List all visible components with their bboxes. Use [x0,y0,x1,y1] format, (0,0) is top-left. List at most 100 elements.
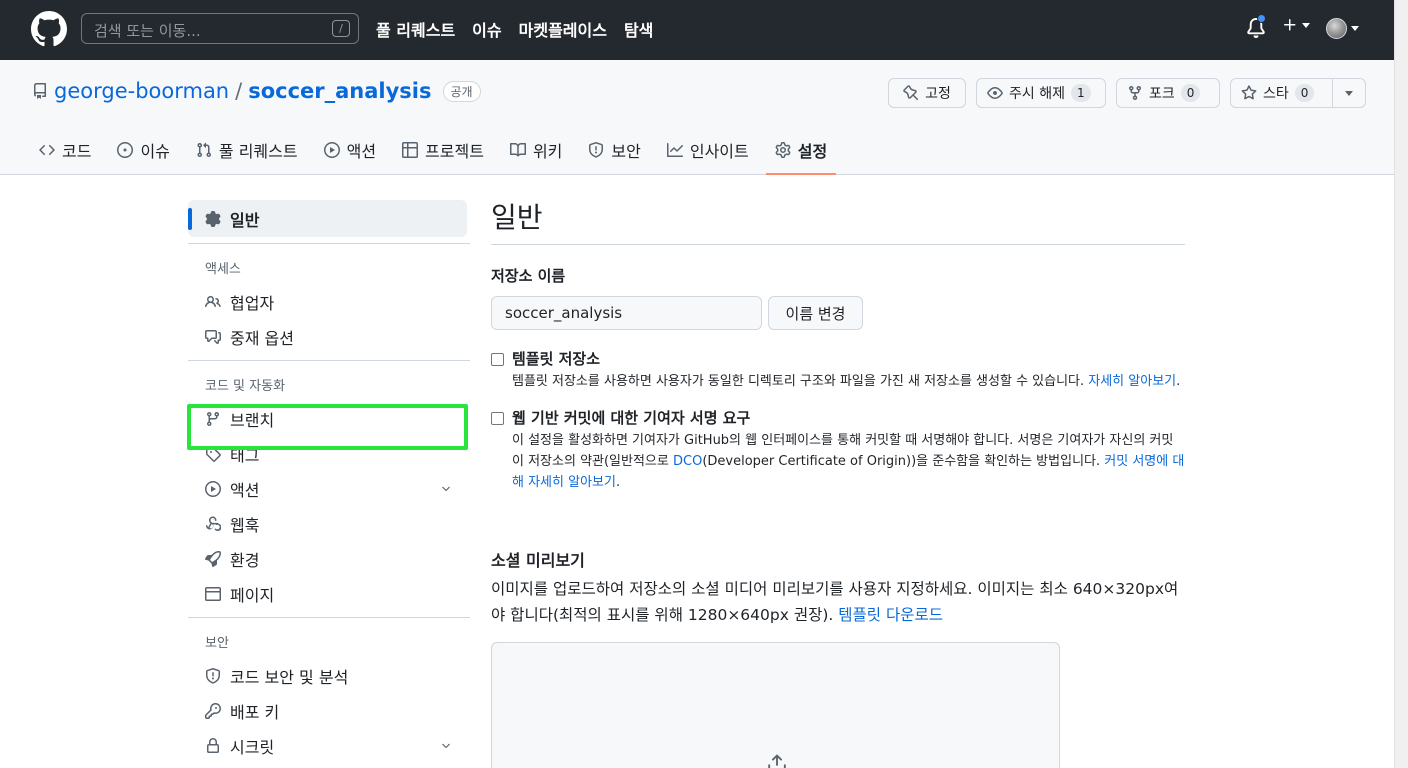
template-repo-option: 템플릿 저장소 템플릿 저장소를 사용하면 사용자가 동일한 디렉토리 구조와 … [491,348,1185,392]
sidebar-item-environments[interactable]: 환경 [188,541,470,576]
sidebar-item-webhooks[interactable]: 웹훅 [188,506,470,541]
repo-name-label: 저장소 이름 [491,267,566,285]
play-icon [323,142,340,158]
nav-marketplace[interactable]: 마켓플레이스 [519,17,607,41]
divider [188,360,470,361]
sidebar-item-code-security[interactable]: 코드 보안 및 분석 [188,658,470,693]
star-icon [1241,85,1257,100]
tab-actions-label: 액션 [346,142,377,161]
sidebar-heading-security: 보안 [205,635,229,651]
tab-settings[interactable]: 설정 [765,126,837,175]
nav-explore[interactable]: 탐색 [624,17,653,41]
issue-icon [117,142,134,158]
divider [188,617,470,618]
sidebar-item-general[interactable]: 일반 [188,200,467,237]
chevron-down-icon[interactable] [440,740,452,752]
upload-icon [768,754,786,768]
repo-owner-link[interactable]: george-boorman [54,79,229,103]
tab-wiki-label: 위키 [532,142,563,161]
key-icon [205,702,221,719]
rename-button[interactable]: 이름 변경 [768,296,863,330]
sidebar-item-tags[interactable]: 태그 [188,436,470,471]
sidebar-item-branches[interactable]: 브랜치 [188,401,470,436]
sidebar-item-deploy-keys[interactable]: 배포 키 [188,693,470,728]
sidebar-item-actions[interactable]: 액션 [188,471,470,506]
social-preview-dropzone[interactable] [491,642,1060,768]
nav-issues[interactable]: 이슈 [472,17,501,41]
sidebar-item-label: 페이지 [230,585,275,605]
page-scrollbar[interactable] [1394,0,1408,768]
table-icon [402,142,419,158]
repo-name-input[interactable]: soccer_analysis [491,296,762,330]
tag-icon [206,446,221,462]
gear-icon [205,210,221,227]
tab-pull-requests[interactable]: 풀 리퀘스트 [187,126,307,174]
dco-link[interactable]: DCO [673,454,702,469]
global-nav: 풀 리퀘스트 이슈 마켓플레이스 탐색 [376,17,653,41]
graph-icon [666,143,683,157]
tab-issues[interactable]: 이슈 [108,126,178,174]
comment-discussion-icon [205,329,221,344]
signoff-desc: 이 설정을 활성화하면 기여자가 GitHub의 웹 인터페이스를 통해 커밋할… [512,433,1185,490]
signoff-checkbox[interactable] [491,412,504,425]
template-learn-more-link[interactable]: 자세히 알아보기 [1088,374,1176,389]
tab-security-label: 보안 [611,142,641,161]
github-logo-icon[interactable] [31,11,67,47]
repo-name-link[interactable]: soccer_analysis [248,79,431,103]
tab-insights[interactable]: 인사이트 [658,126,758,174]
tab-actions[interactable]: 액션 [315,126,385,174]
sidebar-heading-access: 액세스 [205,261,241,277]
search-placeholder: 검색 또는 이동... [94,22,201,40]
fork-button[interactable]: 포크 0 [1116,78,1220,108]
divider [188,243,470,244]
template-repo-title: 템플릿 저장소 [512,350,601,368]
sidebar-item-collaborators[interactable]: 협업자 [188,284,470,319]
sidebar-item-label: 중재 옵션 [230,328,294,348]
sidebar-item-label: 배포 키 [230,702,280,722]
unwatch-button[interactable]: 주시 해제 1 [976,78,1106,108]
chevron-down-icon [1302,22,1310,28]
tab-issues-label: 이슈 [140,142,170,161]
sidebar-item-secrets[interactable]: 시크릿 [188,728,470,763]
search-input[interactable]: 검색 또는 이동... / [81,13,359,44]
repo-actions: 고정 주시 해제 1 포크 0 스타 0 [888,78,1366,108]
user-menu[interactable] [1326,18,1359,39]
sidebar-item-label: 태그 [230,445,260,465]
chevron-down-icon[interactable] [440,483,452,495]
plus-icon [1284,19,1296,31]
star-list-dropdown[interactable] [1333,78,1366,108]
repo-icon [34,83,46,99]
social-preview-desc: 이미지를 업로드하여 저장소의 소셜 미디어 미리보기를 사용자 지정하세요. … [491,580,1179,624]
visibility-badge: 공개 [442,80,481,102]
pin-icon [903,85,919,101]
tab-settings-label: 설정 [797,142,828,161]
shield-icon [589,142,604,158]
webhook-icon [206,515,221,531]
branch-icon [206,411,219,426]
tab-projects[interactable]: 프로젝트 [393,126,493,174]
template-repo-checkbox[interactable] [491,353,504,366]
rocket-icon [205,550,221,567]
signoff-title: 웹 기반 커밋에 대한 기여자 서명 요구 [512,409,751,427]
signoff-option: 웹 기반 커밋에 대한 기여자 서명 요구 이 설정을 활성화하면 기여자가 G… [491,407,1185,493]
eye-icon [987,87,1003,99]
sidebar-item-label: 코드 보안 및 분석 [230,667,349,687]
sidebar-item-label: 협업자 [230,293,275,313]
divider [491,244,1185,245]
pin-button[interactable]: 고정 [888,78,966,108]
sidebar-heading-code-automation: 코드 및 자동화 [205,378,286,394]
sidebar-item-pages[interactable]: 페이지 [188,576,470,611]
chevron-down-icon [1345,90,1353,96]
star-button[interactable]: 스타 0 [1230,78,1333,108]
nav-pull-requests[interactable]: 풀 리퀘스트 [376,17,455,41]
page-title: 일반 [491,201,543,234]
sidebar-item-label: 액션 [230,480,260,500]
tab-security[interactable]: 보안 [579,126,649,174]
create-new-menu[interactable] [1282,17,1310,33]
pull-request-icon [197,142,211,158]
sidebar-item-moderation[interactable]: 중재 옵션 [188,319,470,354]
tab-code[interactable]: 코드 [30,126,100,174]
tab-wiki[interactable]: 위키 [501,126,571,174]
sidebar-item-label: 시크릿 [230,737,275,757]
download-template-link[interactable]: 템플릿 다운로드 [838,606,943,624]
